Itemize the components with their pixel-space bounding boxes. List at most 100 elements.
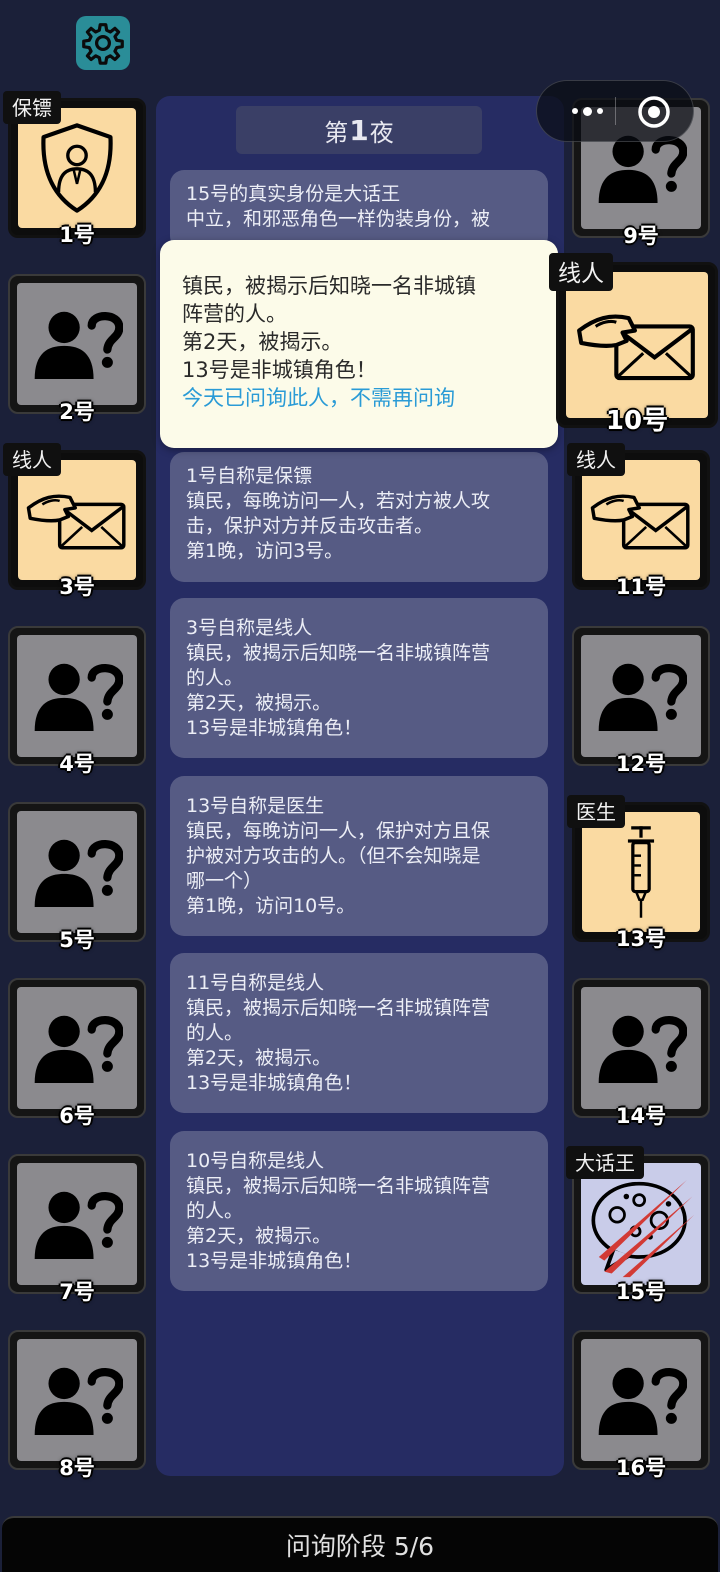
message-line: 镇民，每晚访问一人，若对方被人攻	[186, 490, 491, 512]
player-slot-15[interactable]: 大话王 15号	[566, 1146, 710, 1304]
player-number: 14号	[615, 1104, 667, 1128]
informant-envelope-icon	[25, 485, 129, 555]
unknown-person-icon	[31, 307, 123, 381]
player-slot-12[interactable]: 12号	[572, 626, 710, 776]
player-slot-6[interactable]: 6号	[8, 978, 146, 1128]
unknown-person-icon	[595, 1011, 687, 1085]
unknown-person-icon	[595, 1363, 687, 1437]
message-line: 中立，和邪恶角色一样伪装身份，被	[186, 208, 491, 230]
role-info-popup[interactable]: 镇民，被揭示后知晓一名非城镇 阵营的人。 第2天，被揭示。 13号是非城镇角色！…	[160, 240, 558, 448]
message-line: 的人。	[186, 1200, 244, 1222]
role-tag: 大话王	[566, 1146, 644, 1179]
unknown-person-icon	[595, 131, 687, 205]
player-number: 5号	[59, 928, 95, 952]
popup-line: 13号是非城镇角色！	[182, 358, 377, 382]
night-title-prefix: 第	[324, 118, 349, 147]
message-line: 击，保护对方并反击攻击者。	[186, 515, 434, 537]
message-line: 第2天，被揭示。	[186, 692, 332, 714]
night-title: 第1夜	[236, 106, 482, 154]
informant-envelope-icon	[589, 485, 693, 555]
role-tag: 线人	[549, 253, 613, 291]
dot-icon	[571, 108, 578, 114]
already-asked-notice: 今天已问询此人，不需再问询	[182, 386, 455, 410]
message-line: 11号自称是线人	[186, 972, 325, 994]
player-number: 12号	[615, 752, 667, 776]
player-slot-7[interactable]: 7号	[8, 1154, 146, 1304]
more-menu-button[interactable]	[559, 81, 615, 141]
message-card: 11号自称是线人 镇民，被揭示后知晓一名非城镇阵营 的人。 第2天，被揭示。 1…	[170, 953, 548, 1113]
message-line: 第1晚，访问10号。	[186, 895, 356, 917]
unknown-person-icon	[595, 659, 687, 733]
night-title-suffix: 夜	[369, 118, 394, 147]
message-line: 的人。	[186, 1022, 244, 1044]
player-number: 10号	[605, 406, 669, 436]
player-slot-1[interactable]: 保镖 1号	[3, 91, 146, 247]
player-slot-16[interactable]: 16号	[572, 1330, 710, 1480]
night-number: 1	[349, 113, 369, 147]
player-number: 11号	[615, 575, 667, 599]
gear-icon	[82, 23, 124, 65]
player-slot-3[interactable]: 线人 3号	[3, 443, 146, 599]
role-tag: 医生	[567, 795, 625, 828]
mini-program-capsule	[536, 80, 694, 142]
message-line: 第1晚，访问3号。	[186, 540, 344, 562]
unknown-person-icon	[31, 659, 123, 733]
player-number: 13号	[615, 927, 667, 951]
player-slot-10[interactable]: 线人 10号	[549, 253, 718, 436]
message-line: 镇民，被揭示后知晓一名非城镇阵营	[186, 1175, 491, 1197]
unknown-person-icon	[31, 835, 123, 909]
player-slot-14[interactable]: 14号	[572, 978, 710, 1128]
message-card: 3号自称是线人 镇民，被揭示后知晓一名非城镇阵营 的人。 第2天，被揭示。 13…	[170, 598, 548, 758]
message-line: 10号自称是线人	[186, 1150, 325, 1172]
doctor-syringe-icon	[616, 823, 666, 921]
dot-icon	[596, 108, 603, 114]
player-slot-2[interactable]: 2号	[8, 274, 146, 424]
player-slot-4[interactable]: 4号	[8, 626, 146, 776]
player-number: 7号	[59, 1280, 95, 1304]
message-line: 13号自称是医生	[186, 795, 325, 817]
unknown-person-icon	[31, 1187, 123, 1261]
player-number: 9号	[623, 224, 659, 248]
phase-bar: 问询阶段 5/6	[2, 1516, 718, 1572]
player-number: 15号	[615, 1280, 667, 1304]
player-number: 4号	[59, 752, 95, 776]
role-tag: 保镖	[3, 91, 61, 124]
popup-line: 阵营的人。	[182, 302, 287, 326]
role-tag: 线人	[3, 443, 61, 476]
message-card: 10号自称是线人 镇民，被揭示后知晓一名非城镇阵营 的人。 第2天，被揭示。 1…	[170, 1131, 548, 1291]
player-slot-11[interactable]: 线人 11号	[567, 443, 710, 599]
message-line: 第2天，被揭示。	[186, 1225, 332, 1247]
phase-label: 问询阶段 5/6	[285, 1532, 435, 1561]
message-line: 15号的真实身份是大话王	[186, 183, 401, 205]
liar-speech-bubble-icon	[586, 1169, 696, 1279]
dot-icon	[582, 106, 592, 116]
message-card: 1号自称是保镖 镇民，每晚访问一人，若对方被人攻 击，保护对方并反击攻击者。 第…	[170, 452, 548, 582]
player-slot-13[interactable]: 医生 13号	[567, 795, 710, 951]
message-card: 15号的真实身份是大话王 中立，和邪恶角色一样伪装身份，被	[170, 170, 548, 250]
player-slot-8[interactable]: 8号	[8, 1330, 146, 1480]
message-line: 13号是非城镇角色！	[186, 1072, 363, 1094]
message-line: 13号是非城镇角色！	[186, 717, 363, 739]
close-target-icon[interactable]	[637, 95, 671, 129]
player-number: 16号	[615, 1456, 667, 1480]
popup-line: 镇民，被揭示后知晓一名非城镇	[182, 274, 476, 298]
message-line: 的人。	[186, 667, 244, 689]
message-line: 13号是非城镇角色！	[186, 1250, 363, 1272]
message-line: 镇民，每晚访问一人，保护对方且保	[186, 820, 491, 842]
player-slot-5[interactable]: 5号	[8, 802, 146, 952]
unknown-person-icon	[31, 1011, 123, 1085]
popup-line: 第2天，被揭示。	[182, 330, 343, 354]
settings-gear-button[interactable]	[76, 16, 130, 70]
player-number: 6号	[59, 1104, 95, 1128]
player-number: 8号	[59, 1456, 95, 1480]
message-line: 3号自称是线人	[186, 617, 313, 639]
player-number: 1号	[59, 223, 95, 247]
informant-envelope-icon	[575, 303, 699, 387]
capsule-divider	[615, 97, 616, 125]
unknown-person-icon	[31, 1363, 123, 1437]
role-tag: 线人	[567, 443, 625, 476]
message-line: 1号自称是保镖	[186, 465, 313, 487]
player-number: 2号	[59, 400, 95, 424]
message-line: 护被对方攻击的人。（但不会知晓是	[186, 845, 481, 867]
message-card: 13号自称是医生 镇民，每晚访问一人，保护对方且保 护被对方攻击的人。（但不会知…	[170, 776, 548, 936]
